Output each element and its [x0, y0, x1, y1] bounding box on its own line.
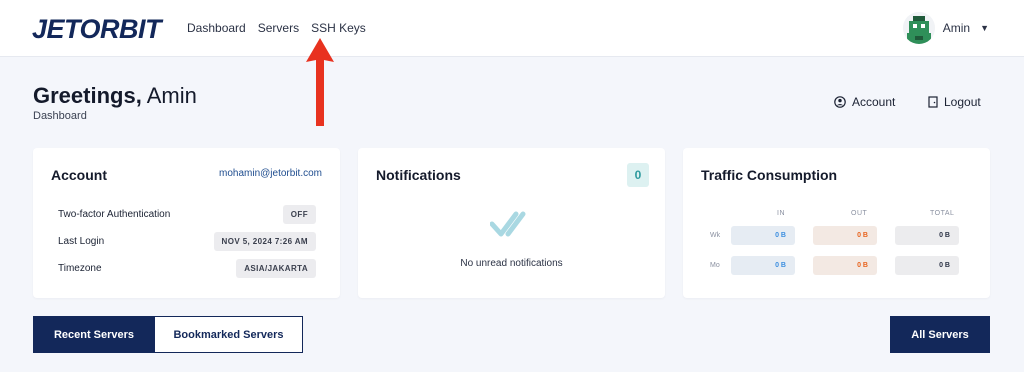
- avatar[interactable]: [902, 12, 935, 44]
- account-row-2fa: Two-factor Authentication OFF: [58, 204, 316, 224]
- traffic-title: Traffic Consumption: [701, 167, 838, 183]
- account-card: Account mohamin@jetorbit.com Two-factor …: [33, 148, 340, 298]
- greeting-name: Amin: [146, 83, 197, 108]
- month-out-value: 0 B: [813, 256, 877, 275]
- top-nav-bar: JETORBIT Dashboard Servers SSH Keys Amin…: [0, 0, 1024, 57]
- row-label: Last Login: [58, 235, 105, 247]
- account-email[interactable]: mohamin@jetorbit.com: [219, 168, 322, 179]
- nav-ssh-keys[interactable]: SSH Keys: [311, 21, 366, 35]
- logout-link-label[interactable]: Logout: [944, 95, 981, 109]
- account-card-title: Account: [51, 167, 107, 183]
- avatar-icon: [902, 12, 935, 44]
- logout-link[interactable]: Logout: [928, 95, 981, 109]
- double-check-icon: [490, 211, 526, 237]
- main-nav: Dashboard Servers SSH Keys: [187, 21, 366, 35]
- account-row-timezone: Timezone ASIA/JAKARTA: [58, 258, 316, 278]
- notifications-title: Notifications: [376, 167, 461, 183]
- week-out-value: 0 B: [813, 226, 877, 245]
- row-label: Two-factor Authentication: [58, 208, 171, 220]
- row-month-label: Mo: [710, 262, 720, 269]
- nav-servers[interactable]: Servers: [258, 21, 299, 35]
- user-circle-icon: [834, 96, 846, 108]
- col-out-header: OUT: [851, 210, 868, 217]
- week-total-value: 0 B: [895, 226, 959, 245]
- account-row-last-login: Last Login NOV 5, 2024 7:26 AM: [58, 231, 316, 251]
- month-total-value: 0 B: [895, 256, 959, 275]
- status-badge: NOV 5, 2024 7:26 AM: [213, 231, 316, 251]
- month-in-value: 0 B: [731, 256, 795, 275]
- week-in-value: 0 B: [731, 226, 795, 245]
- nav-dashboard[interactable]: Dashboard: [187, 21, 246, 35]
- recent-servers-tab[interactable]: Recent Servers: [33, 316, 155, 353]
- bookmarked-servers-tab[interactable]: Bookmarked Servers: [154, 316, 303, 353]
- col-total-header: TOTAL: [930, 210, 955, 217]
- notifications-card: Notifications 0 No unread notifications: [358, 148, 665, 298]
- user-menu[interactable]: Amin ▼: [902, 12, 989, 44]
- row-label: Timezone: [58, 262, 102, 274]
- empty-notifications-text: No unread notifications: [460, 258, 563, 269]
- all-servers-button[interactable]: All Servers: [890, 316, 990, 353]
- status-badge: OFF: [282, 204, 316, 224]
- logo-text: JETORBIT: [32, 16, 164, 42]
- greeting-text: Greetings,: [33, 83, 142, 108]
- row-week-label: Wk: [710, 232, 721, 239]
- logout-door-icon: [928, 96, 938, 108]
- account-link-label[interactable]: Account: [852, 95, 895, 109]
- account-link[interactable]: Account: [834, 95, 895, 109]
- col-in-header: IN: [777, 210, 785, 217]
- chevron-down-icon[interactable]: ▼: [980, 23, 989, 33]
- traffic-card: Traffic Consumption IN OUT TOTAL Wk 0 B …: [683, 148, 990, 298]
- user-name[interactable]: Amin: [943, 21, 970, 35]
- status-badge: ASIA/JAKARTA: [236, 258, 316, 278]
- notifications-count-badge: 0: [627, 163, 649, 187]
- jetorbit-logo[interactable]: JETORBIT: [32, 16, 172, 42]
- page-title: Greetings, Amin: [33, 83, 197, 109]
- breadcrumb: Dashboard: [33, 110, 87, 122]
- annotation-arrow-icon: [306, 38, 334, 126]
